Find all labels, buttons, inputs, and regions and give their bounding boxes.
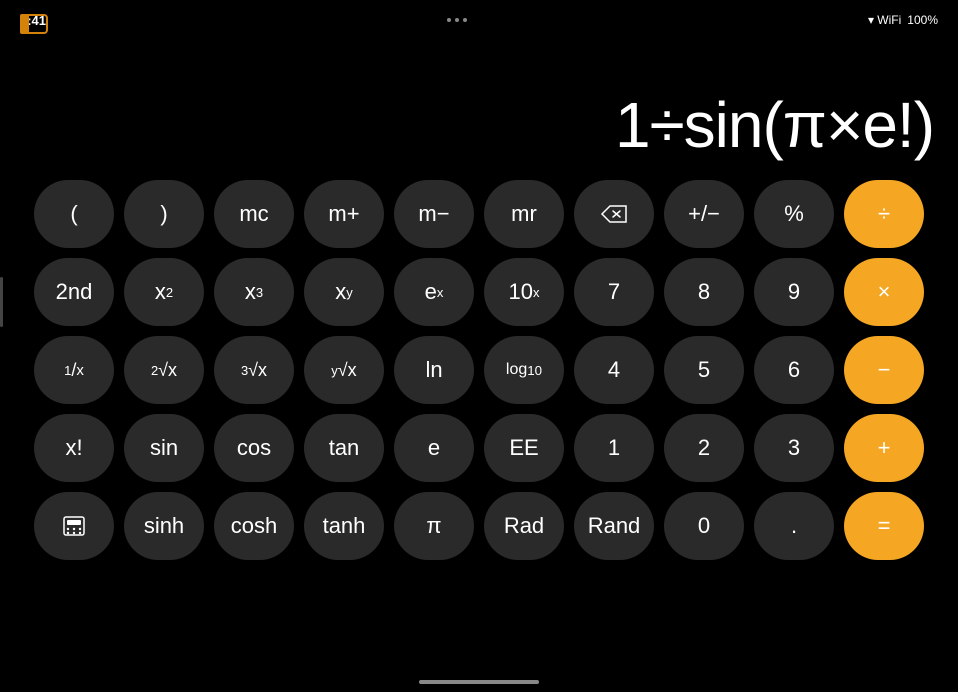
- btn-e-to-x[interactable]: ex: [394, 258, 474, 326]
- btn-seven[interactable]: 7: [574, 258, 654, 326]
- btn-square-root[interactable]: 2√x: [124, 336, 204, 404]
- sidebar-toggle-button[interactable]: [16, 10, 52, 38]
- btn-rand[interactable]: Rand: [574, 492, 654, 560]
- btn-multiply[interactable]: ×: [844, 258, 924, 326]
- btn-reciprocal[interactable]: 1/x: [34, 336, 114, 404]
- btn-sin[interactable]: sin: [124, 414, 204, 482]
- btn-subtract[interactable]: −: [844, 336, 924, 404]
- btn-six[interactable]: 6: [754, 336, 834, 404]
- status-dot-2: [455, 18, 459, 22]
- btn-tanh[interactable]: tanh: [304, 492, 384, 560]
- btn-x-to-y[interactable]: xy: [304, 258, 384, 326]
- btn-ten-to-x[interactable]: 10x: [484, 258, 564, 326]
- btn-percent[interactable]: %: [754, 180, 834, 248]
- status-center-dots: [447, 18, 467, 22]
- btn-two[interactable]: 2: [664, 414, 744, 482]
- btn-backspace[interactable]: [574, 180, 654, 248]
- btn-cube-root[interactable]: 3√x: [214, 336, 294, 404]
- btn-cosh[interactable]: cosh: [214, 492, 294, 560]
- btn-cos[interactable]: cos: [214, 414, 294, 482]
- btn-equals[interactable]: =: [844, 492, 924, 560]
- btn-zero[interactable]: 0: [664, 492, 744, 560]
- btn-divide[interactable]: ÷: [844, 180, 924, 248]
- btn-four[interactable]: 4: [574, 336, 654, 404]
- calc-row-0: ()mcm+m−mr +/−%÷: [12, 180, 946, 248]
- status-dot-1: [447, 18, 451, 22]
- btn-x-squared[interactable]: x2: [124, 258, 204, 326]
- status-dot-3: [463, 18, 467, 22]
- btn-tan[interactable]: tan: [304, 414, 384, 482]
- wifi-icon: ▾ WiFi: [868, 13, 901, 27]
- btn-pi[interactable]: π: [394, 492, 474, 560]
- display-expression: 1÷sin(π×e!): [615, 90, 934, 160]
- btn-add[interactable]: +: [844, 414, 924, 482]
- btn-log10[interactable]: log10: [484, 336, 564, 404]
- calc-row-4: sinhcoshtanhπRadRand0.=: [12, 492, 946, 560]
- left-edge-indicator: [0, 277, 3, 327]
- btn-close-paren[interactable]: ): [124, 180, 204, 248]
- btn-m-plus[interactable]: m+: [304, 180, 384, 248]
- btn-open-paren[interactable]: (: [34, 180, 114, 248]
- btn-plus-minus[interactable]: +/−: [664, 180, 744, 248]
- btn-sinh[interactable]: sinh: [124, 492, 204, 560]
- calc-row-3: x!sincostaneEE123+: [12, 414, 946, 482]
- btn-rad[interactable]: Rad: [484, 492, 564, 560]
- home-indicator: [419, 680, 539, 684]
- btn-ee[interactable]: EE: [484, 414, 564, 482]
- btn-mc[interactable]: mc: [214, 180, 294, 248]
- btn-eight[interactable]: 8: [664, 258, 744, 326]
- calc-row-2: 1/x2√x3√xy√xlnlog10456−: [12, 336, 946, 404]
- btn-euler[interactable]: e: [394, 414, 474, 482]
- btn-factorial[interactable]: x!: [34, 414, 114, 482]
- btn-decimal[interactable]: .: [754, 492, 834, 560]
- calculator-grid: ()mcm+m−mr +/−%÷ 2ndx2x3xyex10x789× 1/x2√x…: [0, 176, 958, 576]
- btn-y-root[interactable]: y√x: [304, 336, 384, 404]
- status-right: ▾ WiFi 100%: [868, 13, 938, 27]
- btn-ln[interactable]: ln: [394, 336, 474, 404]
- btn-one[interactable]: 1: [574, 414, 654, 482]
- btn-three[interactable]: 3: [754, 414, 834, 482]
- btn-second[interactable]: 2nd: [34, 258, 114, 326]
- calculator-display: 1÷sin(π×e!): [0, 36, 958, 176]
- btn-calc-menu[interactable]: [34, 492, 114, 560]
- btn-m-minus[interactable]: m−: [394, 180, 474, 248]
- calc-row-1: 2ndx2x3xyex10x789×: [12, 258, 946, 326]
- status-bar: 9:41 ▾ WiFi 100%: [0, 0, 958, 36]
- sidebar-icon: [20, 14, 48, 34]
- btn-mr[interactable]: mr: [484, 180, 564, 248]
- btn-nine[interactable]: 9: [754, 258, 834, 326]
- battery-icon: 100%: [907, 13, 938, 27]
- btn-five[interactable]: 5: [664, 336, 744, 404]
- btn-x-cubed[interactable]: x3: [214, 258, 294, 326]
